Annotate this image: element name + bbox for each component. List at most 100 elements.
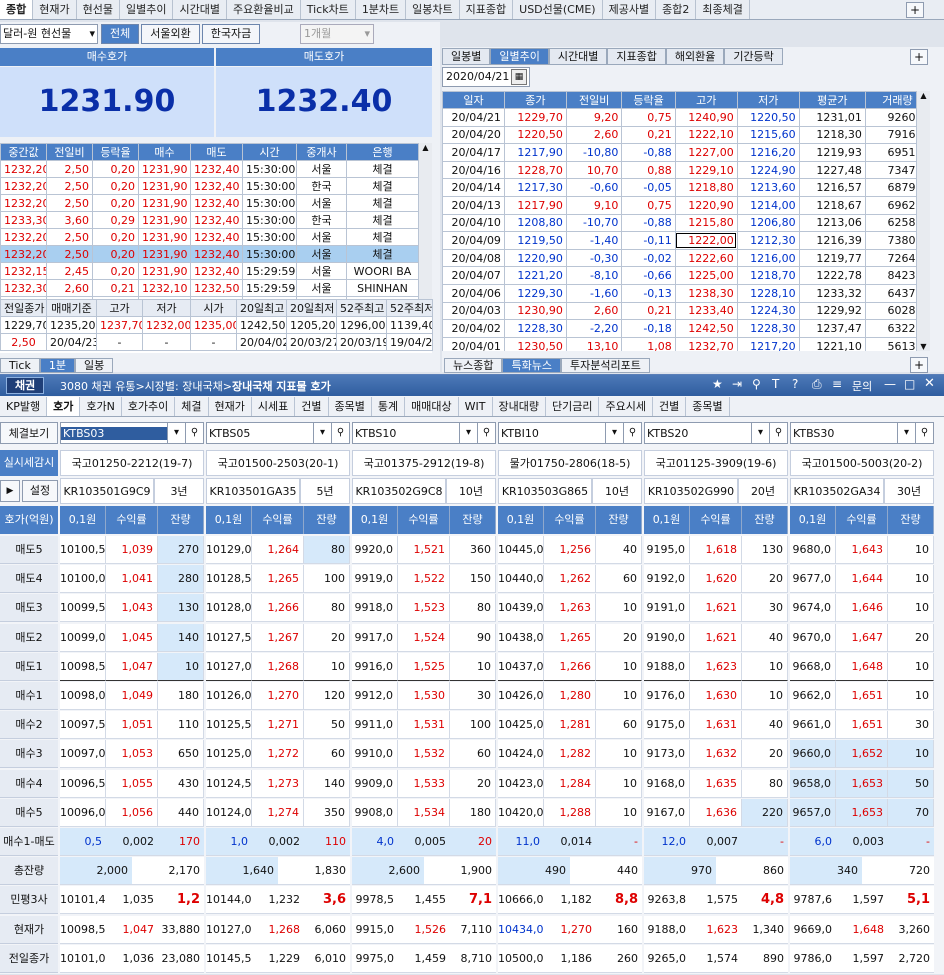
- top-tab-12[interactable]: 종합2: [656, 0, 697, 19]
- bond-tab-5[interactable]: 현재가: [209, 397, 252, 416]
- quote-cell[interactable]: 10: [596, 769, 642, 798]
- add-news-tab-button[interactable]: +: [910, 357, 928, 373]
- market-filter-2[interactable]: 한국자금: [201, 24, 261, 44]
- quote-cell[interactable]: 60: [450, 740, 496, 769]
- table-row[interactable]: 20/04/09 1219,50 -1,40 -0,11 1222,00 1212,30 1…: [442, 231, 930, 250]
- minimize-icon[interactable]: —: [884, 377, 896, 391]
- star-icon[interactable]: ★: [712, 377, 723, 391]
- quote-cell[interactable]: 1,272: [252, 740, 304, 769]
- quote-cell[interactable]: 1,521: [398, 536, 450, 564]
- chevron-down-icon[interactable]: ▾: [897, 423, 915, 443]
- tick-table-scrollbar[interactable]: ▲ ▼: [418, 143, 432, 315]
- table-row[interactable]: 20/04/17 1217,90 -10,80 -0,88 1227,00 1216,20…: [442, 143, 930, 162]
- daily-tab-4[interactable]: 해외환율: [665, 48, 725, 65]
- quote-cell[interactable]: 20: [450, 769, 496, 798]
- quote-cell[interactable]: 440: [158, 798, 204, 827]
- fx-bottom-tab-0[interactable]: Tick: [0, 358, 40, 373]
- quote-cell[interactable]: 1,623: [690, 652, 742, 681]
- quote-cell[interactable]: 1,525: [398, 652, 450, 681]
- quote-cell[interactable]: 20: [304, 623, 350, 652]
- inquiry-button[interactable]: 문의: [852, 378, 872, 394]
- top-tab-13[interactable]: 최종체결: [696, 0, 750, 19]
- table-row[interactable]: 20/04/21 1229,70 9,20 0,75 1240,90 1220,50 123…: [442, 108, 930, 127]
- quote-cell[interactable]: 1,635: [690, 769, 742, 798]
- quote-cell[interactable]: 9195,0: [644, 536, 690, 564]
- bond-tab-10[interactable]: 매매대상: [405, 397, 459, 416]
- quote-cell[interactable]: 10: [596, 740, 642, 769]
- quote-cell[interactable]: 130: [742, 536, 788, 564]
- quote-cell[interactable]: 10098,0: [60, 682, 106, 710]
- quote-cell[interactable]: 9909,0: [352, 769, 398, 798]
- quote-cell[interactable]: 9658,0: [790, 769, 836, 798]
- quote-cell[interactable]: 10420,0: [498, 798, 544, 827]
- top-tab-10[interactable]: USD선물(CME): [513, 0, 603, 19]
- quote-cell[interactable]: 1,644: [836, 565, 888, 594]
- quote-cell[interactable]: 9662,0: [790, 682, 836, 710]
- quote-cell[interactable]: 1,265: [252, 565, 304, 594]
- quote-cell[interactable]: 10: [742, 652, 788, 681]
- quote-cell[interactable]: 1,288: [544, 798, 596, 827]
- quote-cell[interactable]: 10100,5: [60, 536, 106, 564]
- quote-cell[interactable]: 9920,0: [352, 536, 398, 564]
- quote-cell[interactable]: 9168,0: [644, 769, 690, 798]
- quote-cell[interactable]: 10127,0: [206, 652, 252, 681]
- search-icon[interactable]: ⚲: [185, 423, 203, 443]
- quote-cell[interactable]: 10: [888, 594, 934, 623]
- quote-cell[interactable]: 10127,5: [206, 623, 252, 652]
- chevron-down-icon[interactable]: ▾: [605, 423, 623, 443]
- chevron-down-icon[interactable]: ▾: [313, 423, 331, 443]
- daily-tab-2[interactable]: 시간대별: [548, 48, 608, 65]
- chevron-down-icon[interactable]: ▾: [167, 423, 185, 443]
- quote-cell[interactable]: 80: [304, 594, 350, 623]
- search-icon[interactable]: ⚲: [623, 423, 641, 443]
- quote-cell[interactable]: 10437,0: [498, 652, 544, 681]
- quote-cell[interactable]: 1,263: [544, 594, 596, 623]
- date-picker[interactable]: 2020/04/21 ▦: [442, 67, 530, 87]
- news-tab-0[interactable]: 뉴스종합: [444, 358, 503, 373]
- search-icon[interactable]: ⚲: [331, 423, 349, 443]
- quote-cell[interactable]: 9668,0: [790, 652, 836, 681]
- quote-cell[interactable]: 20: [888, 623, 934, 652]
- quote-cell[interactable]: 10445,0: [498, 536, 544, 564]
- bond-code-select[interactable]: KTBS20 ▾ ⚲: [644, 422, 788, 444]
- market-filter-1[interactable]: 서울외환: [141, 24, 200, 44]
- bond-code-select[interactable]: KTBS10 ▾ ⚲: [352, 422, 496, 444]
- quote-cell[interactable]: 180: [158, 682, 204, 710]
- quote-cell[interactable]: 9916,0: [352, 652, 398, 681]
- top-tab-6[interactable]: Tick차트: [301, 0, 356, 19]
- bond-tab-8[interactable]: 종목별: [329, 397, 372, 416]
- daily-tab-3[interactable]: 지표종합: [607, 48, 666, 65]
- play-icon[interactable]: ▶: [0, 480, 20, 502]
- top-tab-0[interactable]: 종합: [0, 0, 34, 19]
- export-icon[interactable]: ⇥: [732, 377, 742, 391]
- quote-cell[interactable]: 9910,0: [352, 740, 398, 769]
- quote-cell[interactable]: 10097,0: [60, 740, 106, 769]
- quote-cell[interactable]: 430: [158, 769, 204, 798]
- quote-cell[interactable]: 9173,0: [644, 740, 690, 769]
- quote-cell[interactable]: 40: [742, 711, 788, 740]
- quote-cell[interactable]: 280: [158, 565, 204, 594]
- bond-tab-7[interactable]: 건별: [295, 397, 329, 416]
- quote-cell[interactable]: 10438,0: [498, 623, 544, 652]
- quote-cell[interactable]: 1,256: [544, 536, 596, 564]
- quote-cell[interactable]: 1,651: [836, 711, 888, 740]
- quote-cell[interactable]: 10: [596, 798, 642, 827]
- quote-cell[interactable]: 1,533: [398, 769, 450, 798]
- daily-tab-0[interactable]: 일봉별: [442, 48, 491, 65]
- quote-cell[interactable]: 10097,5: [60, 711, 106, 740]
- news-tab-1[interactable]: 특화뉴스: [502, 358, 561, 373]
- quote-cell[interactable]: 1,648: [836, 652, 888, 681]
- quote-cell[interactable]: 1,620: [690, 565, 742, 594]
- bond-tab-9[interactable]: 통계: [372, 397, 406, 416]
- scroll-up-icon[interactable]: ▲: [917, 91, 930, 100]
- quote-cell[interactable]: 10: [596, 682, 642, 710]
- quote-cell[interactable]: 1,281: [544, 711, 596, 740]
- quote-cell[interactable]: 10: [158, 652, 204, 681]
- top-tab-9[interactable]: 지표종합: [460, 0, 514, 19]
- quote-cell[interactable]: 1,039: [106, 536, 158, 564]
- top-tab-8[interactable]: 일봉차트: [406, 0, 460, 19]
- bond-tab-15[interactable]: 건별: [653, 397, 687, 416]
- quote-cell[interactable]: 1,631: [690, 711, 742, 740]
- quote-cell[interactable]: 10: [888, 682, 934, 710]
- bond-tab-2[interactable]: 호가N: [80, 397, 122, 416]
